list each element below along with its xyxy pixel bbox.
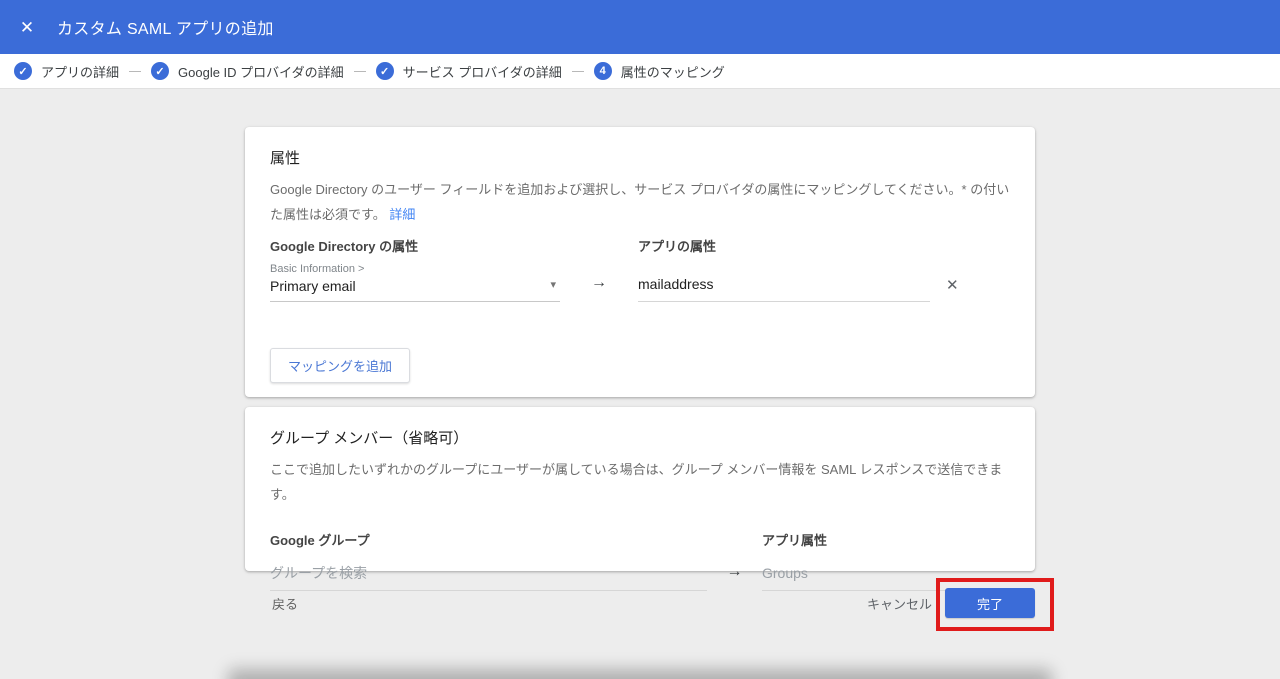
step-label: Google ID プロバイダの詳細 — [178, 62, 344, 81]
step-label: サービス プロバイダの詳細 — [403, 62, 562, 81]
map-arrow-icon: → — [560, 274, 638, 302]
stepper-step-google-idp-details[interactable]: ✓ Google ID プロバイダの詳細 — [151, 62, 344, 81]
finish-button[interactable]: 完了 — [945, 588, 1035, 618]
google-directory-attribute-header: Google Directory の属性 — [270, 236, 560, 255]
dialog-title: カスタム SAML アプリの追加 — [57, 15, 274, 39]
dropdown-arrow-icon: ▾ — [550, 278, 556, 291]
select-category-label: Basic Information > — [270, 263, 560, 275]
attributes-column-headers: Google Directory の属性 アプリの属性 — [270, 236, 1010, 255]
attributes-card: 属性 Google Directory のユーザー フィールドを追加および選択し… — [245, 127, 1035, 397]
app-attribute-header: アプリの属性 — [638, 236, 930, 255]
step-separator — [129, 71, 141, 72]
step-separator — [354, 71, 366, 72]
select-selected-value: Primary email — [270, 278, 560, 294]
map-arrow-icon: → — [707, 563, 762, 591]
stepper-step-service-provider-details[interactable]: ✓ サービス プロバイダの詳細 — [376, 62, 562, 81]
dialog-header: ✕ カスタム SAML アプリの追加 — [0, 0, 1280, 54]
add-custom-saml-app-dialog: ✕ カスタム SAML アプリの追加 ✓ アプリの詳細 ✓ Google ID … — [0, 0, 1280, 679]
attributes-card-description: Google Directory のユーザー フィールドを追加および選択し、サー… — [270, 177, 1010, 228]
step-complete-check-icon: ✓ — [376, 62, 394, 80]
stepper-step-attribute-mapping[interactable]: 4 属性のマッピング — [594, 62, 725, 81]
step-complete-check-icon: ✓ — [151, 62, 169, 80]
close-icon[interactable]: ✕ — [17, 19, 37, 36]
group-column-headers: Google グループ アプリ属性 — [270, 530, 1010, 549]
dialog-body: 属性 Google Directory のユーザー フィールドを追加および選択し… — [0, 89, 1280, 679]
app-attribute-input[interactable] — [638, 276, 930, 302]
stepper: ✓ アプリの詳細 ✓ Google ID プロバイダの詳細 ✓ サービス プロバ… — [0, 54, 1280, 89]
header-spacer — [560, 236, 638, 255]
remove-mapping-icon[interactable]: ✕ — [946, 276, 959, 302]
step-separator — [572, 71, 584, 72]
dialog-footer: 戻る キャンセル 完了 — [245, 588, 1035, 618]
add-mapping-button[interactable]: マッピングを追加 — [270, 348, 410, 383]
groups-app-attribute-input[interactable] — [762, 565, 1002, 591]
cancel-button[interactable]: キャンセル — [867, 594, 932, 613]
step-label: 属性のマッピング — [621, 62, 725, 81]
step-label: アプリの詳細 — [41, 62, 119, 81]
attributes-card-title: 属性 — [270, 147, 1010, 168]
group-card-description: ここで追加したいずれかのグループにユーザーが属している場合は、グループ メンバー… — [270, 457, 1010, 508]
step-complete-check-icon: ✓ — [14, 62, 32, 80]
group-membership-card: グループ メンバー（省略可） ここで追加したいずれかのグループにユーザーが属して… — [245, 407, 1035, 571]
step-number-icon: 4 — [594, 62, 612, 80]
group-card-title: グループ メンバー（省略可） — [270, 427, 1010, 448]
description-text: Google Directory のユーザー フィールドを追加および選択し、サー… — [270, 182, 1009, 222]
learn-more-link[interactable]: 詳細 — [389, 207, 415, 222]
group-mapping-row: → — [270, 563, 1010, 591]
app-attribute-header: アプリ属性 — [762, 530, 1002, 549]
stepper-step-app-details[interactable]: ✓ アプリの詳細 — [14, 62, 119, 81]
back-button[interactable]: 戻る — [272, 594, 298, 613]
directory-attribute-select[interactable]: Basic Information > Primary email ▾ — [270, 263, 560, 302]
header-spacer — [707, 530, 762, 549]
attribute-mapping-row: Basic Information > Primary email ▾ → ✕ — [270, 263, 1010, 302]
google-groups-header: Google グループ — [270, 530, 707, 549]
group-search-input[interactable] — [270, 565, 707, 591]
